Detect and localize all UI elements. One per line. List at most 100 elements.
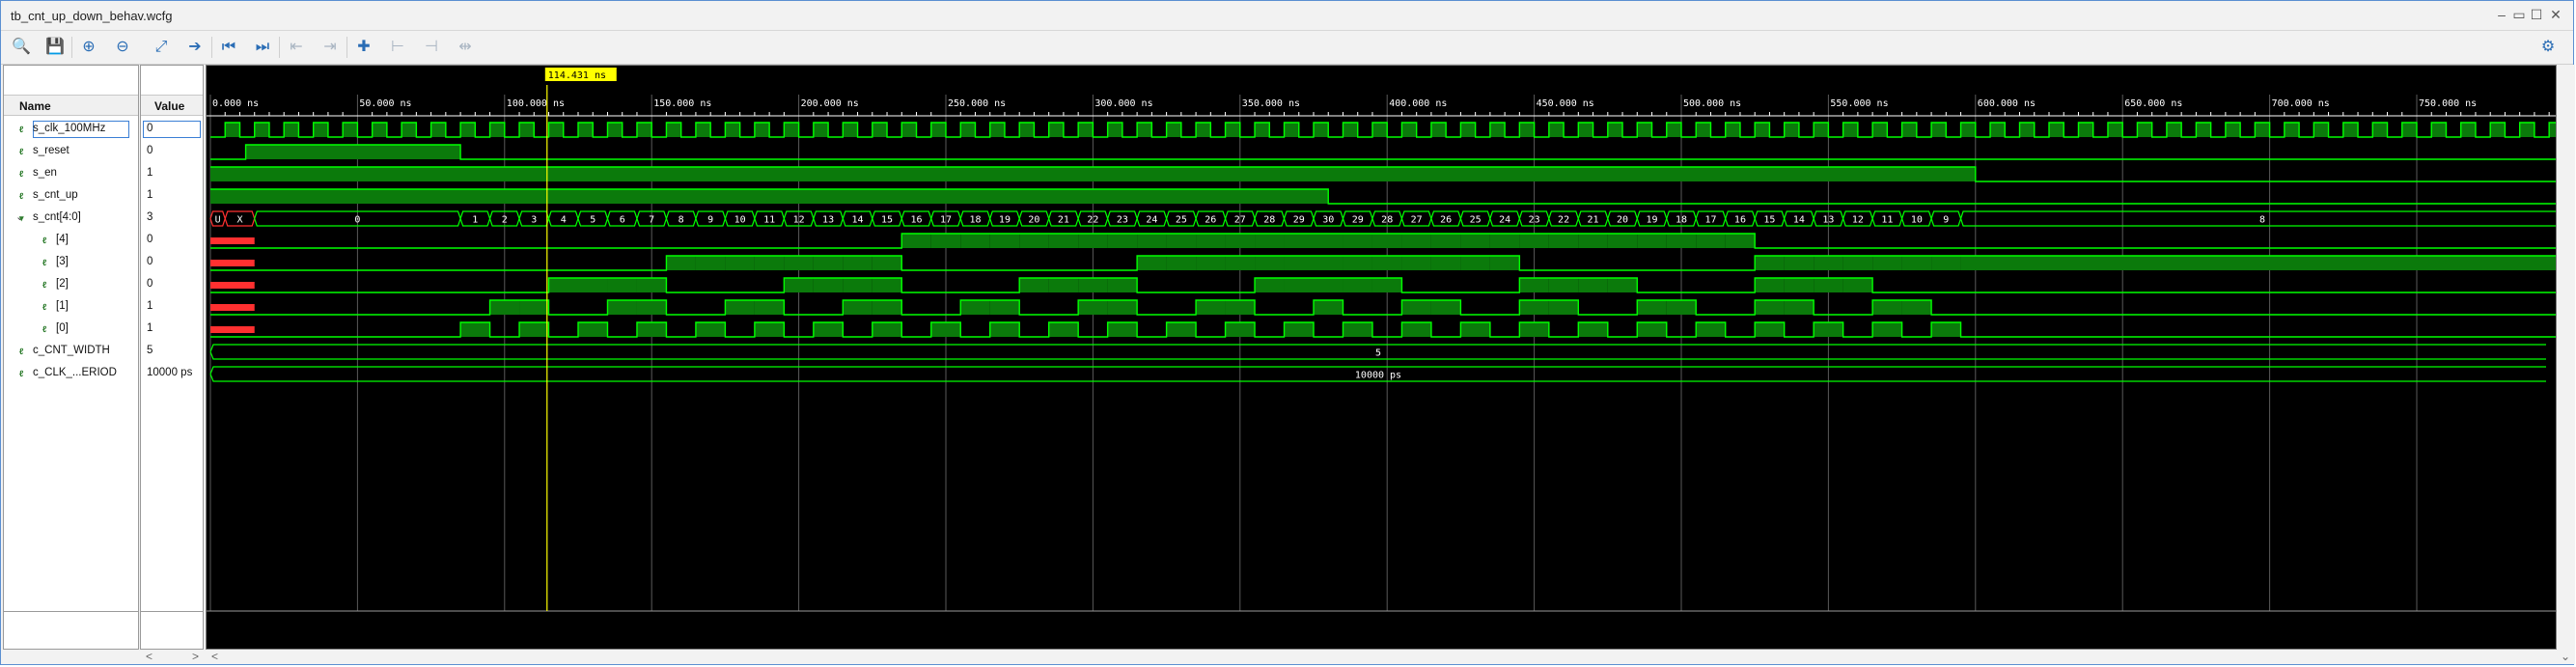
signal-row[interactable]: ℓ [3]: [4, 252, 138, 274]
bit-2-waveform-fill: [1519, 278, 1549, 292]
value-row[interactable]: 5: [141, 341, 203, 363]
vertical-scrollbar[interactable]: [2557, 65, 2575, 650]
bus-value-label: 7: [649, 215, 654, 226]
bus-value-label: 11: [1881, 215, 1893, 226]
signal-row[interactable]: ℓ [0]: [4, 319, 138, 341]
waveform-svg[interactable]: 0.000 ns 50.000 ns 100.000 ns 150.000 ns 200…: [207, 66, 2556, 649]
bit-3-waveform-fill: [1872, 256, 1902, 270]
scroll-down-icon[interactable]: ⌄: [2561, 650, 2570, 663]
value-row[interactable]: 0: [141, 141, 203, 163]
value-row[interactable]: 1: [141, 296, 203, 319]
signal-name: s_cnt_up: [33, 189, 78, 201]
scroll-left-icon[interactable]: <: [146, 650, 152, 663]
signal-row[interactable]: ⌄ ▾ s_cnt[4:0]: [4, 208, 138, 230]
time-tick-label: 600.000 ns: [1978, 98, 2036, 109]
bit-4-waveform-fill: [1166, 234, 1197, 248]
value-row[interactable]: 1: [141, 185, 203, 208]
add-marker-icon[interactable]: ✚: [353, 37, 374, 58]
signal-icon: ℓ: [19, 147, 24, 156]
clk-waveform-fill: [930, 123, 946, 137]
bus-value-label: 20: [1617, 215, 1628, 226]
signal-row[interactable]: ℓ s_en: [4, 163, 138, 185]
swap-cursors-icon[interactable]: ⇹: [455, 37, 476, 58]
bit-4-waveform-fill: [1430, 234, 1461, 248]
signal-row[interactable]: ℓ c_CNT_WIDTH: [4, 341, 138, 363]
bit-2-waveform-fill: [1019, 278, 1049, 292]
minimize-icon[interactable]: –: [2493, 6, 2510, 23]
go-to-cursor-icon[interactable]: ➔: [184, 37, 206, 58]
go-to-last-time-icon[interactable]: ⏭: [252, 37, 273, 58]
zoom-fit-icon[interactable]: ⤢: [151, 37, 172, 58]
signal-name: s_en: [33, 167, 57, 179]
toolbar-separator: [211, 37, 212, 58]
bit-4-waveform-fill: [1371, 234, 1402, 248]
search-icon[interactable]: 🔍: [11, 37, 32, 58]
signal-row[interactable]: ℓ [4]: [4, 230, 138, 252]
value-row[interactable]: 3: [141, 208, 203, 230]
bit-4-waveform-fill: [1519, 234, 1549, 248]
value-row[interactable]: 1: [141, 319, 203, 341]
gear-icon[interactable]: ⚙: [2537, 37, 2559, 58]
clk-waveform-fill: [1725, 123, 1740, 137]
bit-2-waveform-fill: [636, 278, 667, 292]
maximize-icon[interactable]: ☐: [2528, 6, 2545, 23]
bit-0-waveform-fill: [1107, 322, 1138, 337]
bit-3-waveform-fill: [1814, 256, 1843, 270]
value-row[interactable]: 1: [141, 163, 203, 185]
bus-value-label: X: [236, 215, 242, 226]
name-column-header[interactable]: Name: [4, 95, 138, 116]
next-marker-icon[interactable]: ⊣: [421, 37, 442, 58]
bus-value-label: 12: [1852, 215, 1864, 226]
signal-row[interactable]: ℓ [2]: [4, 274, 138, 296]
next-transition-icon[interactable]: ⇥: [319, 37, 341, 58]
bit-4-waveform-fill: [1107, 234, 1138, 248]
value-row[interactable]: 0: [141, 230, 203, 252]
clk-waveform-fill: [960, 123, 976, 137]
clk-waveform-fill: [725, 123, 740, 137]
zoom-in-icon[interactable]: ⊕: [78, 37, 99, 58]
bit-3-waveform-fill: [1784, 256, 1814, 270]
value-row[interactable]: 10000 ps: [141, 363, 203, 385]
bus-value-label: 21: [1058, 215, 1069, 226]
waveform-canvas[interactable]: 0.000 ns 50.000 ns 100.000 ns 150.000 ns 200…: [206, 65, 2557, 650]
bit-4-waveform-fill: [1578, 234, 1608, 248]
previous-marker-icon[interactable]: ⊢: [387, 37, 408, 58]
signal-row[interactable]: ℓ c_CLK_...ERIOD: [4, 363, 138, 385]
restore-icon[interactable]: ▭: [2510, 6, 2528, 23]
bit-4-waveform-fill: [989, 234, 1020, 248]
value-row[interactable]: 0: [141, 252, 203, 274]
signal-row[interactable]: ℓ [1]: [4, 296, 138, 319]
clk-waveform-fill: [1901, 123, 1917, 137]
signal-row[interactable]: ℓ s_cnt_up: [4, 185, 138, 208]
previous-transition-icon[interactable]: ⇤: [286, 37, 307, 58]
value-row[interactable]: 0: [141, 119, 203, 141]
bus-value-label: 22: [1558, 215, 1569, 226]
clk-waveform-fill: [1460, 123, 1476, 137]
signal-icon: ℓ: [19, 191, 24, 201]
close-icon[interactable]: ✕: [2547, 6, 2564, 23]
bit-1-waveform-fill: [1784, 300, 1814, 315]
clk-waveform-fill: [1255, 123, 1270, 137]
bus-value-label: 22: [1087, 215, 1098, 226]
window-title: tb_cnt_up_down_behav.wcfg: [11, 9, 173, 23]
value-row[interactable]: 0: [141, 274, 203, 296]
name-header-label: Name: [19, 99, 51, 113]
wave-scroll-left-icon[interactable]: <: [211, 650, 218, 663]
signal-row[interactable]: ℓ s_reset: [4, 141, 138, 163]
bit-2-waveform-fill: [1842, 278, 1873, 292]
clk-waveform-fill: [578, 123, 594, 137]
zoom-out-icon[interactable]: ⊖: [112, 37, 133, 58]
bit-1-waveform-fill: [1755, 300, 1785, 315]
clk-waveform-fill: [2372, 123, 2388, 137]
bit-3-waveform-fill: [872, 256, 902, 270]
go-to-time-0-icon[interactable]: ⏮: [218, 37, 239, 58]
signal-value: 1: [147, 322, 153, 334]
time-tick-label: 350.000 ns: [1242, 98, 1300, 109]
bit-0-waveform-fill: [930, 322, 961, 337]
clk-waveform-fill: [2049, 123, 2064, 137]
signal-row[interactable]: ℓ s_clk_100MHz: [4, 119, 138, 141]
scroll-right-icon[interactable]: >: [192, 650, 199, 663]
value-column-header[interactable]: Value: [141, 95, 203, 116]
bit-2-waveform-fill: [1784, 278, 1814, 292]
save-icon[interactable]: 💾: [44, 37, 66, 58]
